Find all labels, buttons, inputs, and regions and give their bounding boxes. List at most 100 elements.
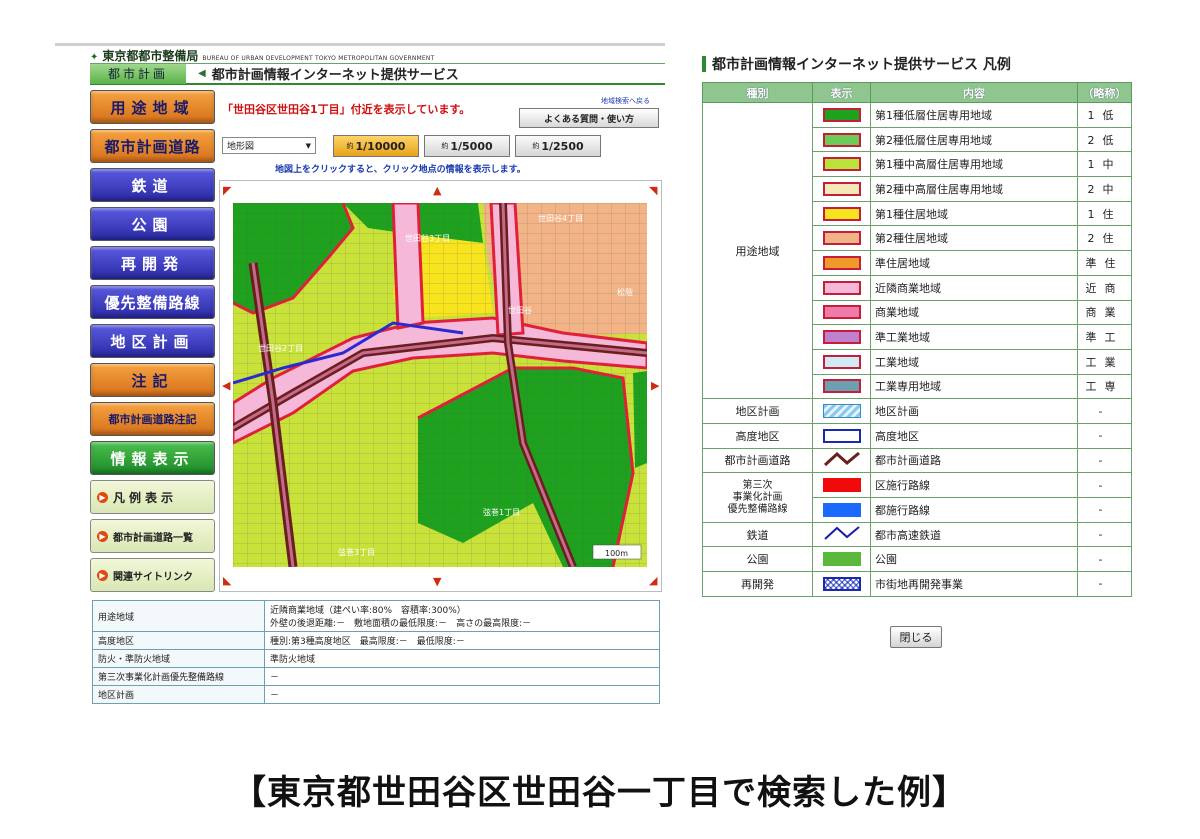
- scale-button-5000[interactable]: 約 1/5000: [424, 135, 510, 157]
- legend-abbr: -: [1077, 447, 1132, 474]
- info-value: 準防火地域: [264, 649, 660, 668]
- legend-content: 公園: [870, 546, 1078, 573]
- legend-abbr: -: [1077, 497, 1132, 523]
- zoning-map[interactable]: 世田谷4丁目 世田谷3丁目 世田谷 世田谷2丁目 弦巻1丁目 弦巻3丁目 松陰 …: [233, 203, 647, 567]
- legend-content: 第1種低層住居専用地域: [870, 102, 1078, 128]
- legend-content: 第1種住居地域: [870, 200, 1078, 227]
- bureau-logo: ✦ 東京都都市整備局 BUREAU OF URBAN DEVELOPMENT T…: [90, 47, 434, 64]
- sidebar-link-label: 凡例表示: [113, 490, 178, 505]
- legend-swatch-cell: [812, 422, 871, 449]
- map-label: 弦巻3丁目: [338, 547, 375, 557]
- red-swatch-icon: [822, 478, 861, 493]
- legend-abbr: 工業: [1077, 348, 1132, 375]
- hatch-swatch-icon: [822, 404, 861, 419]
- back-to-search-link[interactable]: 地域検索へ戻る: [601, 96, 650, 106]
- legend-category: 高度地区: [702, 422, 813, 449]
- legend-abbr: 1低: [1077, 102, 1132, 128]
- sidebar-button-chiku-keikaku[interactable]: 地区計画: [90, 324, 215, 358]
- legend-swatch-cell: [812, 373, 871, 400]
- pan-northwest-icon[interactable]: ◤: [223, 185, 231, 196]
- info-value: －: [264, 685, 660, 704]
- legend-content: 工業専用地域: [870, 373, 1078, 400]
- legend-content: 区施行路線: [870, 472, 1078, 498]
- green-swatch-icon: [822, 552, 861, 567]
- sidebar-link-hanrei[interactable]: ▶ 凡例表示: [90, 480, 215, 514]
- sidebar-button-douro-chuuki[interactable]: 都市計画道路注記: [90, 402, 215, 436]
- pan-east-icon[interactable]: ▶: [651, 380, 659, 391]
- sidebar-link-douro-ichiran[interactable]: ▶ 都市計画道路一覧: [90, 519, 215, 553]
- zone-swatch: [822, 206, 861, 221]
- info-key: 高度地区: [92, 631, 265, 650]
- sidebar-button-jouhou-hyouji[interactable]: 情報表示: [90, 441, 215, 475]
- info-key: 地区計画: [92, 685, 265, 704]
- legend-abbr: 商業: [1077, 299, 1132, 326]
- zone-swatch: [822, 231, 861, 246]
- legend-category: 公園: [702, 546, 813, 573]
- sidebar-button-youto-chiiki[interactable]: 用途地域: [90, 90, 215, 124]
- legend-content: 市街地再開発事業: [870, 571, 1078, 597]
- zone-kinsho-north: [391, 203, 425, 330]
- pan-west-icon[interactable]: ◀: [222, 380, 230, 391]
- pan-southwest-icon[interactable]: ◣: [223, 575, 231, 586]
- scale-button-10000[interactable]: 約 1/10000: [333, 135, 419, 157]
- sidebar-link-label: 関連サイトリンク: [113, 571, 193, 583]
- legend-content: 第2種低層住居専用地域: [870, 126, 1078, 153]
- legend-abbr: -: [1077, 571, 1132, 597]
- legend-category: 都市計画道路: [702, 447, 813, 474]
- map-label: 世田谷2丁目: [258, 343, 303, 353]
- sidebar-button-chuuki[interactable]: 注記: [90, 363, 215, 397]
- pan-north-icon[interactable]: ▲: [433, 185, 441, 196]
- pan-southeast-icon[interactable]: ◢: [649, 575, 657, 586]
- legend-abbr: 2中: [1077, 176, 1132, 202]
- sidebar-button-toshi-keikaku-douro[interactable]: 都市計画道路: [90, 129, 215, 163]
- pan-south-icon[interactable]: ▼: [433, 576, 441, 587]
- title-bar-icon: [702, 56, 706, 72]
- scale-label: 1/2500: [541, 139, 584, 153]
- page-caption: 【東京都世田谷区世田谷一丁目で検索した例】: [232, 773, 967, 813]
- arrow-right-icon: ▶: [97, 491, 108, 503]
- faq-button[interactable]: よくある質問・使い方: [519, 108, 659, 128]
- map-type-value: 地形図: [227, 142, 255, 152]
- sidebar-button-saikaihatsu[interactable]: 再開発: [90, 246, 215, 280]
- legend-swatch-cell: [812, 497, 871, 523]
- map-type-select[interactable]: 地形図 ▼: [222, 137, 316, 154]
- legend-swatch-cell: [812, 299, 871, 326]
- table-row: 都市計画道路 都市計画道路 -: [702, 447, 1132, 474]
- legend-swatch-cell: [812, 472, 871, 498]
- header-divider: [55, 43, 665, 46]
- bureau-leaf-icon: ✦: [90, 52, 99, 63]
- legend-content: 都市高速鉄道: [870, 521, 1078, 548]
- legend-header-type: 種別: [702, 82, 813, 103]
- tab-toshi-keikaku[interactable]: 都市計画: [90, 63, 186, 84]
- sidebar-button-tetsudou[interactable]: 鉄道: [90, 168, 215, 202]
- table-row: 地区計画 地区計画 -: [702, 398, 1132, 424]
- table-row: 地区計画 －: [92, 685, 660, 704]
- legend-swatch-cell: [812, 274, 871, 301]
- legend-abbr: -: [1077, 422, 1132, 449]
- legend-table: 種別 表示 内容 （略称） 用途地域 第1種低層住居専用地域 1低 第2種低層住…: [702, 82, 1132, 597]
- legend-content: 商業地域: [870, 299, 1078, 326]
- service-title-text: 都市計画情報インターネット提供サービス: [211, 68, 459, 83]
- sidebar-link-kanren-site[interactable]: ▶ 関連サイトリンク: [90, 558, 215, 592]
- table-row: 高度地区 種別:第3種高度地区 最高限度:－ 最低限度:－: [92, 631, 660, 650]
- legend-content: 高度地区: [870, 422, 1078, 449]
- legend-abbr: 近商: [1077, 274, 1132, 301]
- scale-button-2500[interactable]: 約 1/2500: [515, 135, 601, 157]
- close-button[interactable]: 閉じる: [890, 626, 942, 648]
- table-row: 用途地域 第1種低層住居専用地域 1低: [702, 101, 1132, 400]
- info-key: 用途地域: [92, 600, 265, 632]
- table-row: 公園 公園 -: [702, 546, 1132, 573]
- zone-swatch: [822, 330, 861, 345]
- legend-abbr: 1中: [1077, 151, 1132, 178]
- scale-label: 1/10000: [355, 139, 406, 153]
- legend-title-text: 都市計画情報インターネット提供サービス 凡例: [712, 57, 1011, 73]
- sidebar-button-kouen[interactable]: 公園: [90, 207, 215, 241]
- info-key: 防火・準防火地域: [92, 649, 265, 668]
- pan-northeast-icon[interactable]: ◥: [649, 185, 657, 196]
- legend-abbr: 準住: [1077, 250, 1132, 276]
- legend-swatch-cell: [812, 398, 871, 424]
- legend-category: 再開発: [702, 571, 813, 597]
- zone-swatch: [822, 132, 861, 147]
- info-key: 第三次事業化計画優先整備路線: [92, 667, 265, 686]
- sidebar-button-yuusen-seibi-rosen[interactable]: 優先整備路線: [90, 285, 215, 319]
